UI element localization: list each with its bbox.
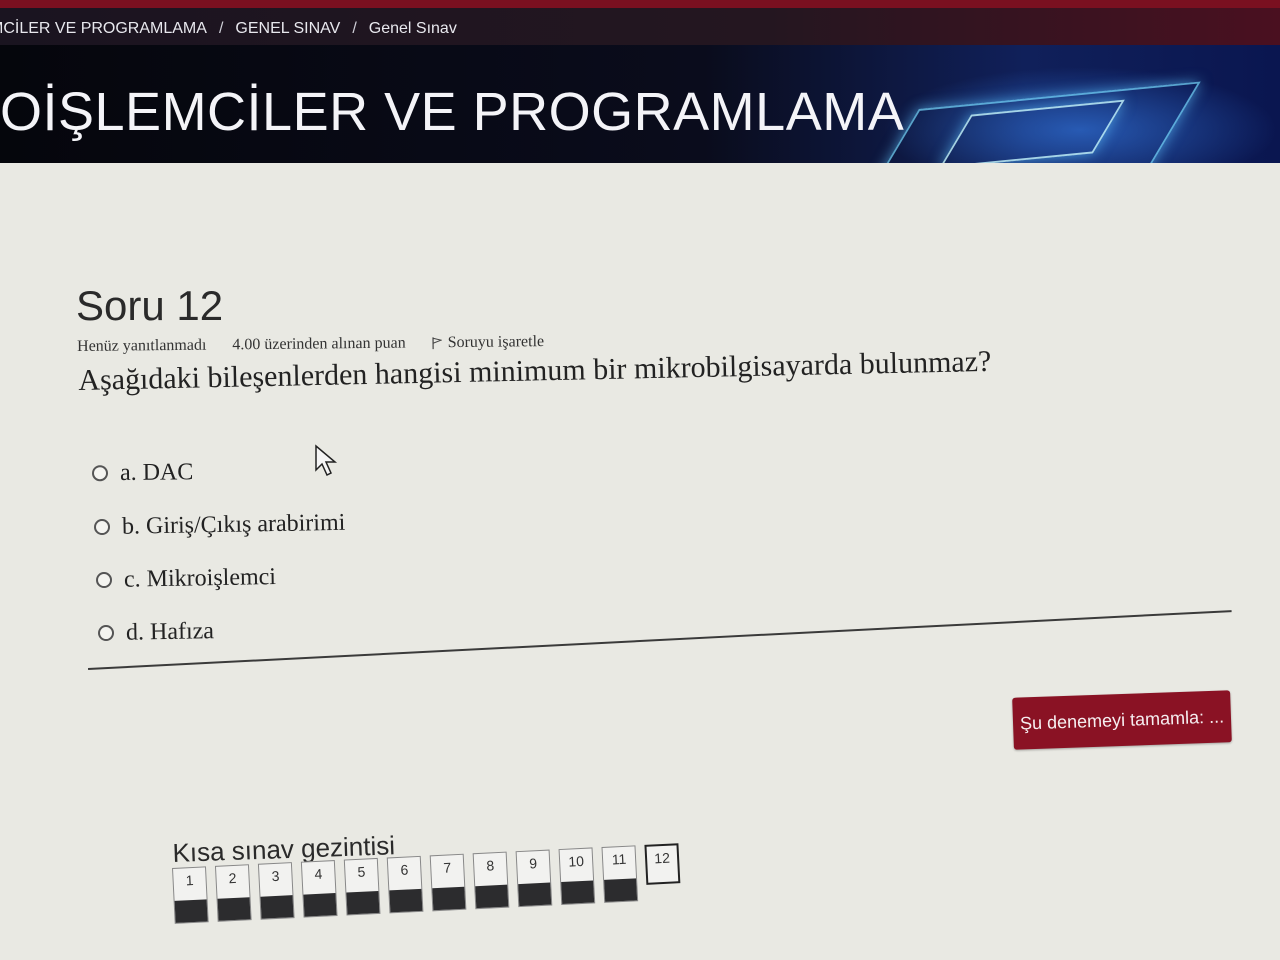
breadcrumb-item-course[interactable]: MCİLER VE PROGRAMLAMA <box>0 20 207 38</box>
nav-question-button-current[interactable]: 12 <box>644 843 681 885</box>
answer-option-a[interactable]: a. DAC <box>91 451 344 494</box>
radio-button[interactable] <box>95 571 113 589</box>
nav-question-button[interactable]: 9 <box>515 849 553 908</box>
nav-question-button[interactable]: 7 <box>429 853 467 912</box>
nav-question-button[interactable]: 2 <box>214 864 252 922</box>
finish-attempt-button[interactable]: Şu denemeyi tamamla: ... <box>1012 690 1232 750</box>
nav-question-button[interactable]: 10 <box>558 847 596 906</box>
answer-label: a. DAC <box>119 458 194 486</box>
answer-label: d. Hafıza <box>125 617 215 646</box>
answer-option-b[interactable]: b. Giriş/Çıkış arabirimi <box>93 503 346 547</box>
breadcrumb-item-section[interactable]: GENEL SINAV <box>235 20 340 38</box>
flag-icon <box>431 337 442 350</box>
answer-option-c[interactable]: c. Mikroişlemci <box>95 556 348 600</box>
nav-question-button[interactable]: 11 <box>601 845 639 903</box>
answer-label: c. Mikroişlemci <box>123 563 277 593</box>
nav-question-button[interactable]: 8 <box>472 851 510 910</box>
nav-question-button[interactable]: 4 <box>300 860 338 918</box>
answer-option-d[interactable]: d. Hafıza <box>97 609 350 653</box>
answer-list: a. DAC b. Giriş/Çıkış arabirimi c. Mikro… <box>91 451 346 664</box>
nav-question-button[interactable]: 1 <box>172 866 209 924</box>
question-points: 4.00 üzerinden alınan puan <box>232 334 406 354</box>
radio-button[interactable] <box>97 624 115 642</box>
radio-button[interactable] <box>93 518 111 536</box>
radio-button[interactable] <box>91 465 109 482</box>
course-title: OİŞLEMCİLER VE PROGRAMLAMA <box>0 82 905 142</box>
flag-label: Soruyu işaretle <box>447 333 545 352</box>
question-number: Soru 12 <box>76 282 224 329</box>
mouse-pointer-icon <box>315 444 338 477</box>
nav-question-button[interactable]: 3 <box>257 862 295 920</box>
breadcrumb-separator: / <box>352 20 357 37</box>
breadcrumb-item-quiz[interactable]: Genel Sınav <box>369 20 457 38</box>
answer-label: b. Giriş/Çıkış arabirimi <box>121 509 346 540</box>
nav-question-button[interactable]: 5 <box>343 857 381 916</box>
accent-strip <box>0 0 1280 8</box>
course-header-banner: OİŞLEMCİLER VE PROGRAMLAMA <box>0 45 1280 163</box>
top-navbar: MCİLER VE PROGRAMLAMA / GENEL SINAV / Ge… <box>0 0 1280 45</box>
nav-question-button[interactable]: 6 <box>386 855 424 914</box>
question-status: Henüz yanıtlanmadı <box>77 336 207 355</box>
breadcrumb-separator: / <box>218 20 224 37</box>
breadcrumb: MCİLER VE PROGRAMLAMA / GENEL SINAV / Ge… <box>0 20 457 38</box>
flag-question-link[interactable]: Soruyu işaretle <box>431 333 545 352</box>
